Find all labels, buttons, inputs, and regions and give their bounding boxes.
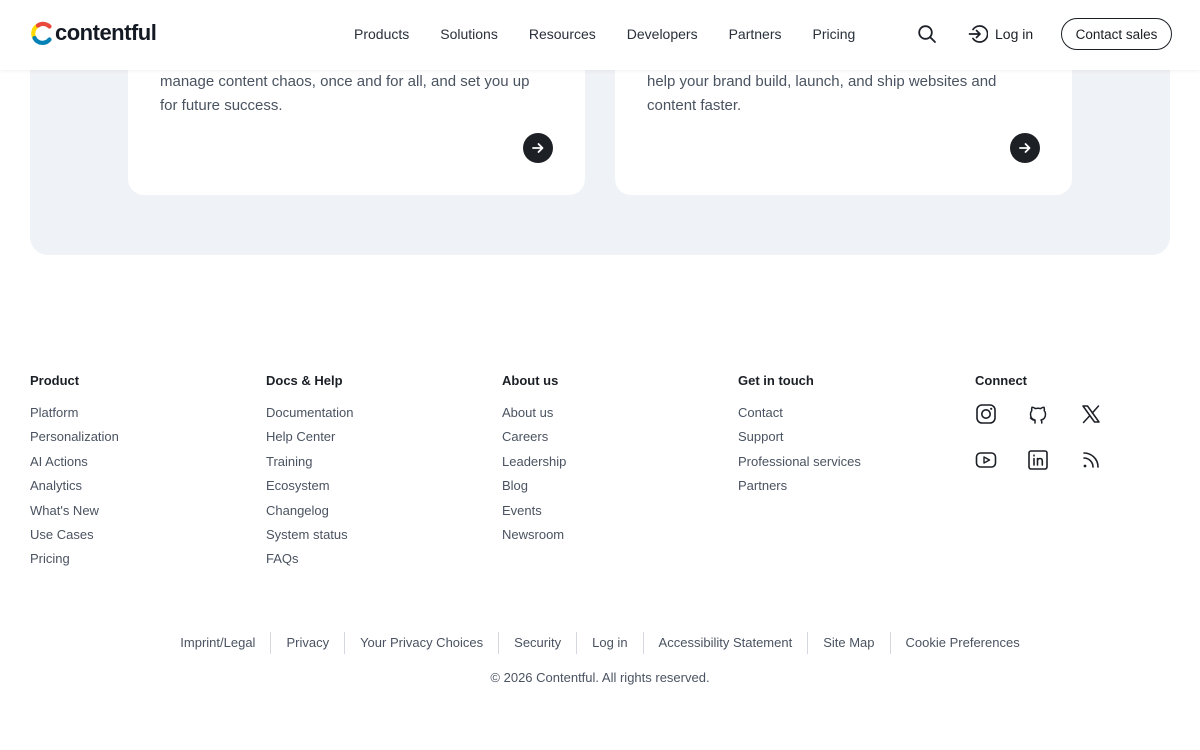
legal-link-privacy[interactable]: Privacy	[271, 632, 346, 654]
footer-link[interactable]: Newsroom	[502, 527, 566, 543]
footer-link[interactable]: AI Actions	[30, 454, 119, 470]
footer-link[interactable]: Platform	[30, 405, 119, 421]
github-icon[interactable]	[1027, 403, 1049, 425]
nav-solutions[interactable]: Solutions	[440, 24, 498, 44]
footer-link[interactable]: Ecosystem	[266, 478, 353, 494]
footer-link[interactable]: Documentation	[266, 405, 353, 421]
site-header: contentful Products Solutions Resources …	[0, 0, 1200, 70]
arrow-right-icon	[532, 143, 544, 153]
legal-link-security[interactable]: Security	[499, 632, 578, 654]
footer-column-get-in-touch: Get in touch Contact Support Professiona…	[738, 373, 861, 503]
footer-link[interactable]: Analytics	[30, 478, 119, 494]
footer-link[interactable]: Leadership	[502, 454, 566, 470]
linkedin-icon[interactable]	[1027, 449, 1049, 471]
youtube-icon[interactable]	[975, 449, 997, 471]
footer-link[interactable]: Careers	[502, 429, 566, 445]
footer-link[interactable]: Partners	[738, 478, 861, 494]
footer-link[interactable]: Training	[266, 454, 353, 470]
search-icon[interactable]	[917, 24, 937, 44]
column-title: Connect	[975, 373, 1027, 388]
footer-column-connect: Connect	[975, 373, 1027, 405]
contentful-logo-icon	[31, 21, 52, 45]
column-title: Product	[30, 373, 80, 388]
legal-link-login[interactable]: Log in	[577, 632, 644, 654]
footer-column-product: Product Platform Personalization AI Acti…	[30, 373, 119, 576]
card-arrow-button[interactable]	[523, 133, 553, 163]
footer-link[interactable]: Blog	[502, 478, 566, 494]
login-link[interactable]: Log in	[968, 24, 1033, 44]
column-title: Get in touch	[738, 373, 814, 388]
main-nav: Products Solutions Resources Developers …	[354, 24, 886, 44]
x-icon[interactable]	[1080, 403, 1102, 425]
legal-link-cookie-preferences[interactable]: Cookie Preferences	[891, 632, 1035, 654]
footer-link[interactable]: Events	[502, 503, 566, 519]
card-description: help your brand build, launch, and ship …	[647, 73, 997, 114]
rss-icon[interactable]	[1080, 449, 1102, 471]
footer-column-docs: Docs & Help Documentation Help Center Tr…	[266, 373, 353, 576]
footer-link[interactable]: System status	[266, 527, 353, 543]
card-arrow-button[interactable]	[1010, 133, 1040, 163]
legal-link-accessibility[interactable]: Accessibility Statement	[644, 632, 809, 654]
footer-link[interactable]: Professional services	[738, 454, 861, 470]
footer-link[interactable]: Changelog	[266, 503, 353, 519]
footer-link[interactable]: Support	[738, 429, 861, 445]
contact-sales-button[interactable]: Contact sales	[1061, 18, 1172, 50]
nav-products[interactable]: Products	[354, 24, 409, 44]
legal-link-imprint[interactable]: Imprint/Legal	[165, 632, 272, 654]
nav-pricing[interactable]: Pricing	[813, 24, 856, 44]
instagram-icon[interactable]	[975, 403, 997, 425]
footer-column-about: About us About us Careers Leadership Blo…	[502, 373, 566, 551]
footer-link[interactable]: Pricing	[30, 551, 119, 567]
footer-link[interactable]: About us	[502, 405, 566, 421]
logo-text: contentful	[55, 20, 157, 45]
card-description: manage content chaos, once and for all, …	[160, 73, 530, 114]
footer-link[interactable]: Help Center	[266, 429, 353, 445]
footer-link[interactable]: What's New	[30, 503, 119, 519]
nav-resources[interactable]: Resources	[529, 24, 596, 44]
footer-link[interactable]: FAQs	[266, 551, 353, 567]
nav-partners[interactable]: Partners	[729, 24, 782, 44]
column-title: About us	[502, 373, 559, 388]
login-label: Log in	[995, 26, 1034, 42]
legal-links: Imprint/Legal Privacy Your Privacy Choic…	[0, 632, 1200, 654]
footer-link[interactable]: Contact	[738, 405, 861, 421]
footer-link[interactable]: Use Cases	[30, 527, 119, 543]
nav-developers[interactable]: Developers	[627, 24, 698, 44]
copyright-text: © 2026 Contentful. All rights reserved.	[490, 670, 710, 685]
arrow-right-icon	[1019, 143, 1031, 153]
legal-link-privacy-choices[interactable]: Your Privacy Choices	[345, 632, 500, 654]
footer-link[interactable]: Personalization	[30, 429, 119, 445]
contentful-logo[interactable]: contentful	[30, 20, 157, 45]
column-title: Docs & Help	[266, 373, 343, 388]
login-icon	[968, 25, 988, 43]
legal-link-sitemap[interactable]: Site Map	[808, 632, 891, 654]
